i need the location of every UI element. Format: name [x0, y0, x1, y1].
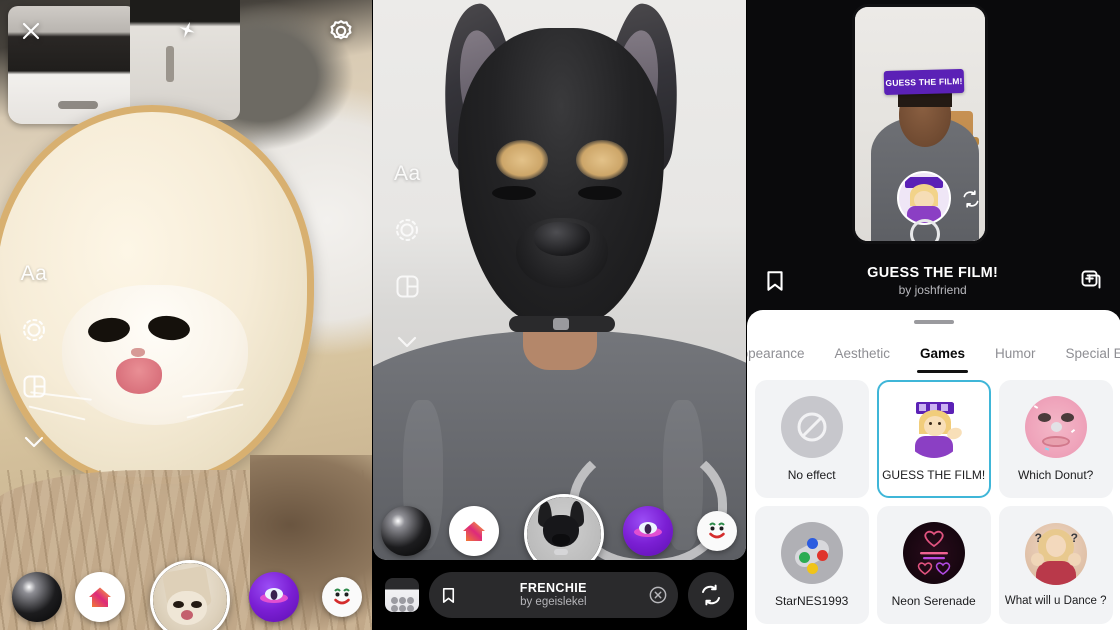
text-tool-icon[interactable]: Aa — [391, 158, 423, 190]
effects-gallery-icon[interactable] — [385, 578, 420, 612]
effect-preview-card[interactable]: GUESS THE FILM! — [851, 4, 988, 244]
cat-nose — [131, 348, 145, 357]
what-will-u-dance-thumb: ? ? — [1024, 523, 1087, 585]
filter-carousel-panel2[interactable] — [373, 490, 745, 574]
effect-label: GUESS THE FILM! — [882, 468, 986, 482]
camera-feed-dog — [373, 0, 746, 560]
panel1-tool-sidebar: Aa — [18, 258, 50, 458]
dog-eye-left — [492, 186, 537, 200]
effect-label: Neon Serenade — [891, 594, 976, 608]
bookmark-icon[interactable] — [763, 269, 787, 293]
chevron-down-icon[interactable] — [18, 426, 50, 458]
tab-label: Aesthetic — [834, 345, 890, 361]
effect-cell-no-effect[interactable]: No effect — [754, 380, 869, 498]
cat-mouth — [116, 358, 162, 394]
panel1-top-icon-bar — [0, 10, 372, 54]
text-tool-label: Aa — [393, 162, 421, 185]
brand-logo — [58, 101, 98, 109]
effect-name-pill[interactable]: FRENCHIE by egeislekel — [429, 572, 679, 618]
guess-the-film-thumb — [902, 396, 965, 458]
tab-label: Humor — [995, 345, 1036, 361]
effect-header-text: GUESS THE FILM! by joshfriend — [787, 265, 1079, 297]
effect-name-text: FRENCHIE by egeislekel — [464, 581, 642, 609]
which-donut-thumb — [1024, 396, 1087, 458]
starnes1993-thumb — [780, 522, 843, 584]
effect-cell-which-donut[interactable]: Which Donut? — [998, 380, 1113, 498]
effect-title: GUESS THE FILM! — [867, 265, 999, 282]
neon-serenade-thumb — [902, 522, 965, 584]
flash-off-icon[interactable] — [170, 14, 204, 48]
panel-camera-dog: Aa FRENCHIE by egeislekel — [372, 0, 747, 630]
camera-feed-cat — [0, 0, 373, 630]
dog-eye-right — [578, 186, 623, 200]
flip-camera-button[interactable] — [688, 572, 735, 618]
panel2-tool-sidebar: Aa — [391, 158, 423, 358]
tab-games[interactable]: Games — [905, 338, 980, 373]
filter-thumb-home[interactable] — [449, 506, 500, 556]
effect-cell-what-will-u-dance[interactable]: ? ? What will u Dance ? — [998, 506, 1113, 624]
screenshot-root: Aa Aa FRENCHIE by egeislekel GUESS THE F… — [0, 0, 1120, 630]
layout-grid-icon[interactable] — [18, 370, 50, 402]
effect-grid: No effect GUESS THE FILM! Which Donut? S… — [747, 368, 1120, 624]
filter-thumb-ufo[interactable] — [623, 506, 674, 556]
preview-banner-text: GUESS THE FILM! — [884, 75, 963, 89]
tab-special-effect[interactable]: Special Effect — [1051, 338, 1120, 368]
effect-cell-starnes1993[interactable]: StarNES1993 — [754, 506, 869, 624]
effects-circle-icon[interactable] — [18, 314, 50, 346]
tab-label: ppearance — [746, 345, 805, 361]
tab-label: Special Effect — [1065, 345, 1120, 361]
effect-label: No effect — [787, 468, 836, 482]
bookmark-icon[interactable] — [439, 586, 458, 605]
layout-grid-icon[interactable] — [391, 270, 423, 302]
add-to-collection-icon[interactable] — [1079, 268, 1105, 294]
dog-collar — [509, 316, 616, 332]
tab-aesthetic[interactable]: Aesthetic — [819, 338, 905, 368]
effect-label: What will u Dance ? — [1004, 595, 1107, 607]
category-tabs[interactable]: ppearance Aesthetic Games Humor Special … — [747, 334, 1120, 373]
filter-thumb-clown[interactable] — [322, 577, 362, 617]
text-tool-label: Aa — [20, 262, 48, 285]
effect-author: by egeislekel — [520, 595, 587, 608]
dog-brow-right — [576, 140, 629, 180]
preview-effect-thumb[interactable] — [896, 171, 951, 225]
filter-carousel-panel1[interactable] — [0, 558, 372, 630]
capture-button[interactable] — [909, 219, 940, 241]
tab-humor[interactable]: Humor — [980, 338, 1051, 368]
filter-thumb-cat-toast-selected[interactable] — [150, 560, 230, 630]
dog-nose — [534, 222, 591, 256]
filter-thumb-chrome[interactable] — [12, 572, 62, 622]
text-tool-icon[interactable]: Aa — [18, 258, 50, 290]
preview-effect-banner: GUESS THE FILM! — [883, 68, 964, 96]
filter-thumb-ufo[interactable] — [249, 572, 299, 622]
flip-camera-icon[interactable] — [961, 189, 981, 209]
tab-appearance[interactable]: ppearance — [747, 338, 820, 368]
tab-label: Games — [920, 345, 966, 361]
settings-gear-icon[interactable] — [324, 14, 358, 48]
filter-thumb-home[interactable] — [75, 572, 125, 622]
effect-title: FRENCHIE — [519, 581, 587, 596]
effect-browser-sheet: ppearance Aesthetic Games Humor Special … — [746, 310, 1120, 630]
cat-face — [62, 285, 248, 425]
effect-label: StarNES1993 — [774, 594, 849, 608]
filter-thumb-chrome[interactable] — [381, 506, 432, 556]
panel-camera-cat: Aa — [0, 0, 373, 630]
effect-author: by joshfriend — [898, 282, 967, 297]
effect-label: Which Donut? — [1017, 468, 1094, 482]
chevron-down-icon[interactable] — [391, 326, 423, 358]
effect-header: GUESS THE FILM! by joshfriend — [747, 252, 1120, 310]
no-effect-icon — [780, 396, 843, 458]
close-icon[interactable] — [14, 14, 48, 48]
filter-thumb-clown[interactable] — [697, 511, 738, 551]
effect-info-bar: FRENCHIE by egeislekel — [373, 560, 746, 630]
panel-effect-gallery: GUESS THE FILM! GUESS THE FILM! by joshf… — [746, 0, 1120, 630]
sheet-drag-handle[interactable] — [913, 320, 954, 324]
effects-circle-icon[interactable] — [391, 214, 423, 246]
effect-cell-neon-serenade[interactable]: Neon Serenade — [876, 506, 991, 624]
effect-cell-guess-the-film[interactable]: GUESS THE FILM! — [876, 380, 991, 498]
close-circle-icon[interactable] — [648, 585, 668, 605]
dog-brow-left — [496, 140, 549, 180]
